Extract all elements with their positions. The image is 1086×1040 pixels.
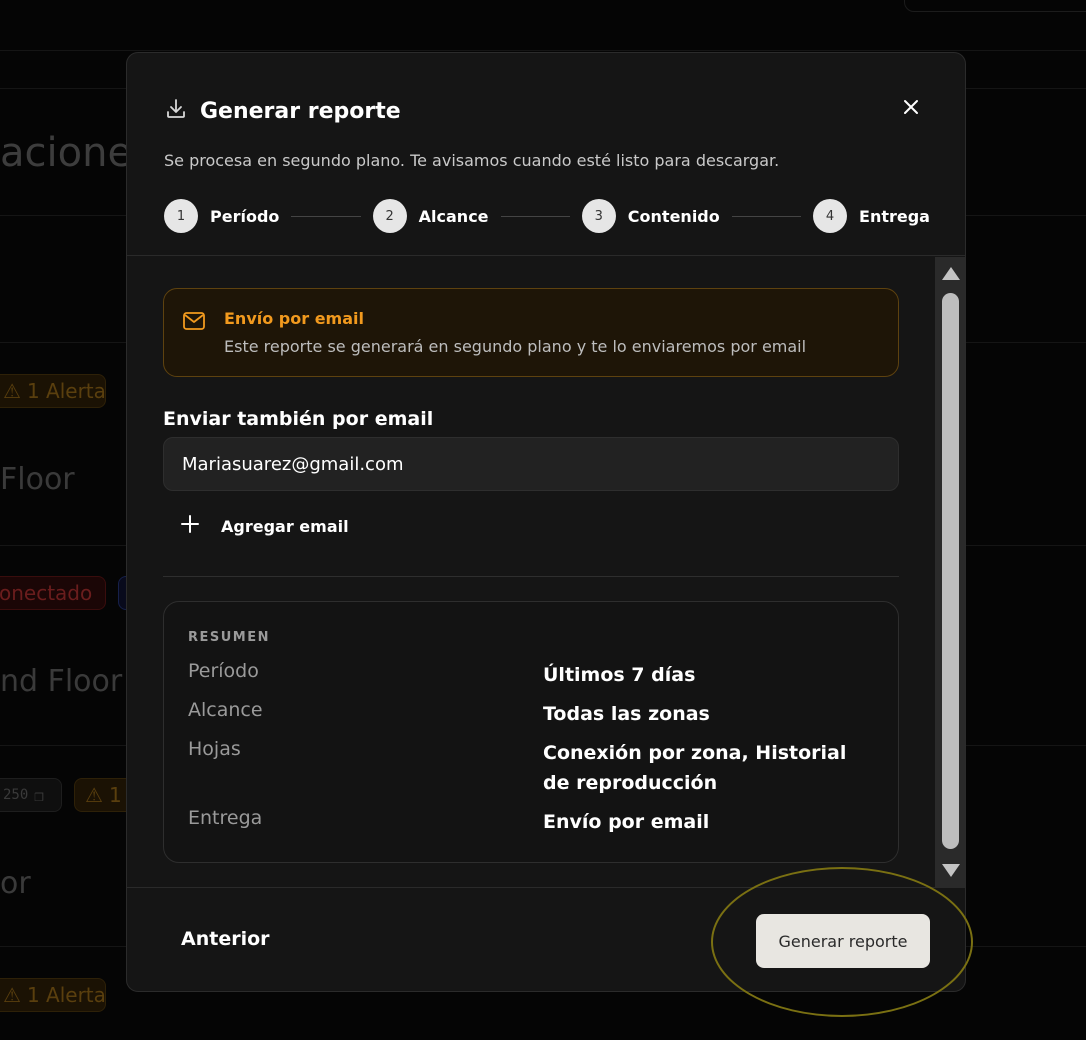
email-info-banner: Envío por email Este reporte se generará…: [163, 288, 899, 377]
close-button[interactable]: [897, 95, 925, 123]
background-top-button: [904, 0, 1086, 12]
step-connector: [731, 215, 802, 217]
summary-row: Entrega Envío por email: [188, 807, 878, 837]
step-label: Contenido: [627, 206, 720, 226]
generate-report-button[interactable]: Generar reporte: [756, 914, 930, 968]
stepper: 1 Período 2 Alcance 3 Contenido 4 Entreg…: [164, 199, 930, 233]
summary-row: Hojas Conexión por zona, Historial de re…: [188, 738, 878, 798]
summary-value: Envío por email: [543, 811, 710, 833]
background-alert-badge: ⚠ 1 Alerta: [0, 374, 106, 408]
step-number: 1: [164, 199, 198, 233]
summary-key: Período: [188, 660, 259, 682]
generate-report-modal: Generar reporte Se procesa en segundo pl…: [126, 52, 966, 992]
email-label: Enviar también por email: [163, 408, 434, 430]
add-email-label: Agregar email: [221, 516, 349, 536]
background-code-badge: 250 ❐: [0, 778, 62, 812]
step-connector: [291, 215, 361, 217]
summary-value: Últimos 7 días: [543, 664, 696, 686]
summary-heading: RESUMEN: [188, 630, 271, 645]
scrollbar-thumb[interactable]: [942, 293, 959, 849]
summary-value: Conexión por zona, Historial de reproduc…: [543, 742, 847, 794]
download-icon: [164, 97, 188, 125]
background-status-badge: onectado: [0, 576, 106, 610]
divider: [0, 50, 1086, 51]
modal-title: Generar reporte: [200, 98, 401, 124]
add-email-button[interactable]: Agregar email: [181, 515, 349, 537]
background-alert-badge: ⚠ 1: [74, 778, 134, 812]
warning-icon: ⚠: [3, 983, 21, 1007]
summary-value: Todas las zonas: [543, 703, 710, 725]
summary-key: Entrega: [188, 807, 263, 829]
step-label: Entrega: [859, 206, 930, 226]
warning-icon: ⚠: [85, 783, 103, 807]
mail-icon: [182, 311, 206, 335]
summary-key: Hojas: [188, 738, 241, 760]
modal-header: Generar reporte Se procesa en segundo pl…: [127, 53, 965, 256]
copy-icon: ❐: [34, 785, 44, 805]
background-row-name: Floor: [0, 462, 75, 497]
warning-icon: ⚠: [3, 379, 21, 403]
summary-row: Alcance Todas las zonas: [188, 699, 878, 729]
step-entrega[interactable]: 4 Entrega: [813, 199, 930, 233]
background-row-name: nd Floor: [0, 664, 123, 699]
background-page-title: acione: [0, 130, 133, 176]
info-title: Envío por email: [224, 309, 364, 328]
info-text: Este reporte se generará en segundo plan…: [224, 337, 807, 356]
background-alert-badge: ⚠ 1 Alerta: [0, 978, 106, 1012]
scroll-up-arrow-icon[interactable]: [942, 267, 960, 280]
modal-footer: Anterior Generar reporte: [127, 887, 965, 991]
summary-row: Período Últimos 7 días: [188, 660, 878, 690]
scrollbar[interactable]: [935, 257, 965, 887]
background-row-name: or: [0, 866, 31, 901]
modal-title-row: Generar reporte: [164, 97, 401, 125]
close-icon: [902, 98, 920, 120]
previous-button[interactable]: Anterior: [181, 928, 270, 950]
divider: [163, 576, 899, 577]
step-contenido[interactable]: 3 Contenido: [581, 199, 720, 233]
step-connector: [500, 215, 570, 217]
step-number: 2: [372, 199, 407, 233]
step-label: Período: [210, 206, 280, 226]
step-label: Alcance: [418, 206, 489, 226]
scroll-down-arrow-icon[interactable]: [942, 864, 960, 877]
step-periodo[interactable]: 1 Período: [164, 199, 279, 233]
summary-card: RESUMEN Período Últimos 7 días Alcance T…: [163, 601, 899, 863]
step-number: 3: [581, 199, 616, 233]
modal-subtitle: Se procesa en segundo plano. Te avisamos…: [164, 151, 780, 170]
summary-key: Alcance: [188, 699, 263, 721]
step-alcance[interactable]: 2 Alcance: [372, 199, 489, 233]
step-number: 4: [813, 199, 848, 233]
modal-body: Envío por email Este reporte se generará…: [127, 257, 935, 887]
plus-icon: [181, 515, 199, 537]
email-input[interactable]: [163, 437, 899, 491]
